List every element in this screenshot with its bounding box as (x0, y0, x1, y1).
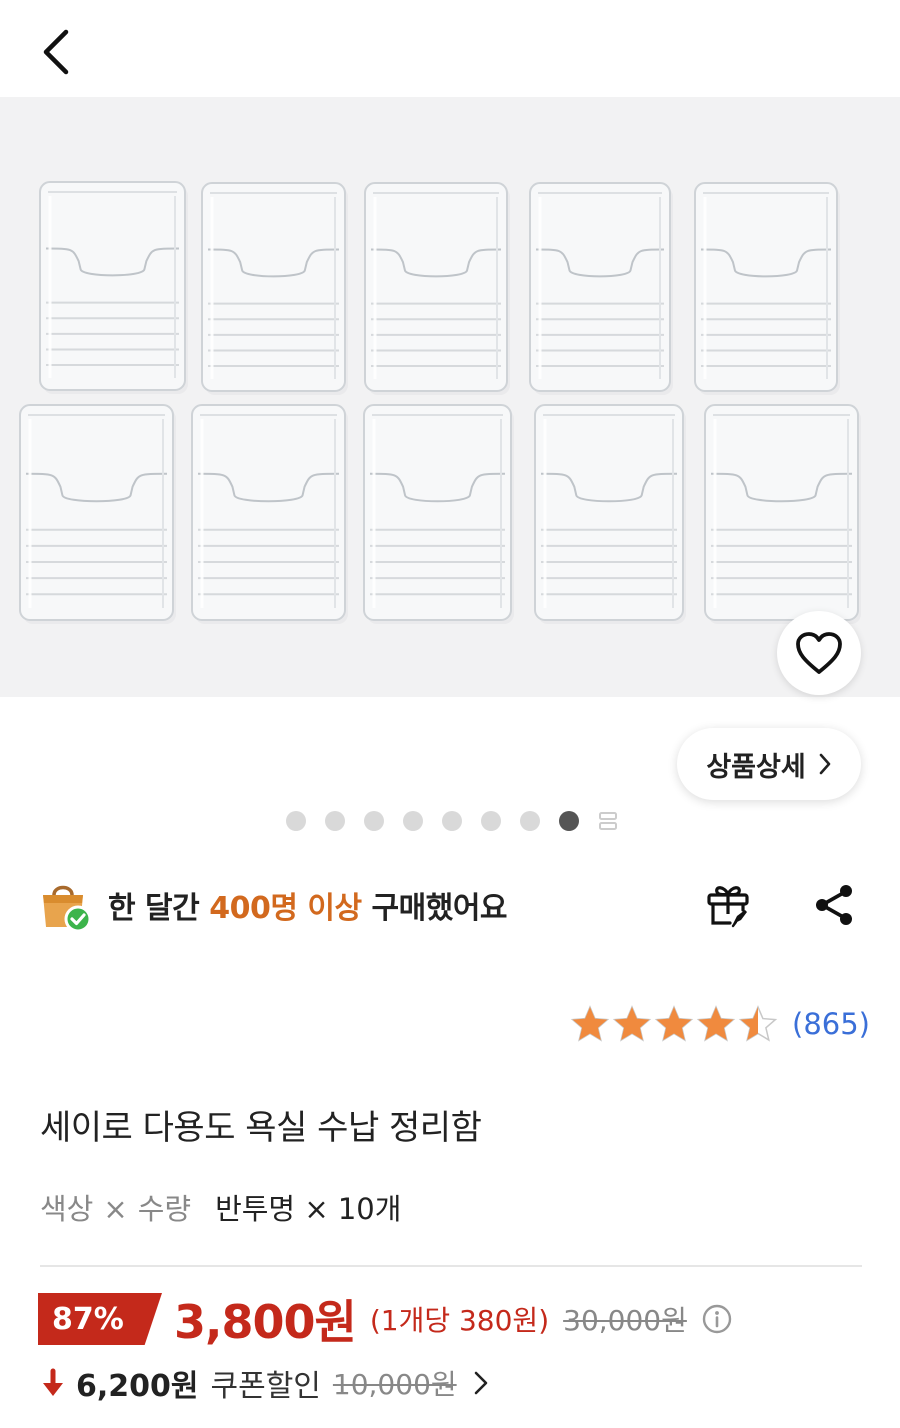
pagination-dot[interactable] (364, 811, 384, 831)
price-row: 87% 3,800원 (1개당 380원) 30,000원 (38, 1292, 733, 1349)
star-full-icon (612, 1005, 652, 1042)
pagination-dot[interactable] (442, 811, 462, 831)
share-icon (816, 885, 852, 925)
storage-bin (364, 182, 510, 395)
product-image (19, 181, 861, 624)
storage-bin (694, 182, 840, 395)
pagination-dot[interactable] (286, 811, 306, 831)
divider (40, 1265, 862, 1267)
shopping-bag-check-icon (43, 885, 92, 933)
original-price: 30,000원 (563, 1304, 687, 1337)
pagination-dot[interactable] (481, 811, 501, 831)
product-detail-label: 상품상세 (706, 751, 806, 783)
option-value: 반투명 × 10개 (215, 1192, 402, 1226)
purchase-highlight: 400명 이상 (209, 891, 362, 926)
arrow-down-icon (43, 1368, 63, 1396)
info-icon (702, 1304, 732, 1334)
rating-summary[interactable]: (865) (570, 1002, 870, 1046)
pagination-dot[interactable] (403, 811, 423, 831)
price-info-button[interactable] (701, 1303, 733, 1335)
storage-bin (363, 404, 514, 624)
option-key-color: 색상 (40, 1192, 94, 1226)
coupon-discount-row[interactable]: 6,200원 쿠폰할인 10,000원 (40, 1358, 489, 1408)
review-count: (865) (792, 1007, 870, 1041)
star-rating (570, 1005, 778, 1043)
pagination-dot[interactable] (325, 811, 345, 831)
coupon-label: 쿠폰할인 (210, 1369, 321, 1404)
option-key-quantity: 수량 (137, 1192, 192, 1226)
star-full-icon (570, 1005, 610, 1042)
back-button[interactable] (26, 22, 86, 82)
product-title: 세이로 다용도 욕실 수납 정리함 (40, 1108, 482, 1148)
storage-bin (19, 404, 176, 624)
gift-button[interactable] (700, 877, 756, 933)
wishlist-button[interactable] (777, 611, 861, 695)
share-button[interactable] (806, 877, 862, 933)
chevron-right-icon (473, 1369, 489, 1397)
coupon-price: 6,200원 (76, 1369, 199, 1404)
purchase-prefix: 한 달간 (108, 891, 210, 926)
storage-bin (704, 404, 861, 624)
product-page: 상품상세 한 달간 400명 이상 구매했어요 (865) 세이로 다용도 욕실… (0, 0, 900, 1428)
top-bar (0, 0, 900, 97)
purchase-count-text: 한 달간 400명 이상 구매했어요 (108, 883, 508, 927)
product-image-gallery[interactable] (0, 97, 900, 697)
star-full-icon (696, 1005, 736, 1042)
storage-bin (191, 404, 348, 624)
selected-option: 색상 × 수량 반투명 × 10개 (40, 1186, 401, 1228)
storage-bin (201, 182, 348, 395)
discount-badge: 87% (38, 1293, 162, 1345)
pagination-dot[interactable] (559, 811, 579, 831)
product-detail-button[interactable]: 상품상세 (677, 728, 861, 800)
storage-bin (529, 182, 673, 395)
star-half-icon (738, 1005, 778, 1042)
storage-bin (39, 181, 188, 394)
purchase-suffix: 구매했어요 (361, 891, 508, 926)
star-full-icon (654, 1005, 694, 1042)
chevron-right-icon (819, 753, 830, 775)
gift-icon (707, 886, 749, 928)
heart-outline-icon (796, 632, 842, 674)
coupon-original-price: 10,000원 (332, 1368, 457, 1401)
sale-price: 3,800원 (174, 1295, 357, 1349)
unit-price: (1개당 380원) (369, 1304, 550, 1337)
chevron-left-icon (43, 29, 69, 75)
storage-bin (534, 404, 686, 624)
option-separator: × (103, 1192, 128, 1226)
grid-view-icon[interactable] (598, 811, 618, 831)
purchase-count-badge: 한 달간 400명 이상 구매했어요 (38, 875, 508, 935)
pagination-dot[interactable] (520, 811, 540, 831)
gallery-pagination (286, 811, 618, 831)
